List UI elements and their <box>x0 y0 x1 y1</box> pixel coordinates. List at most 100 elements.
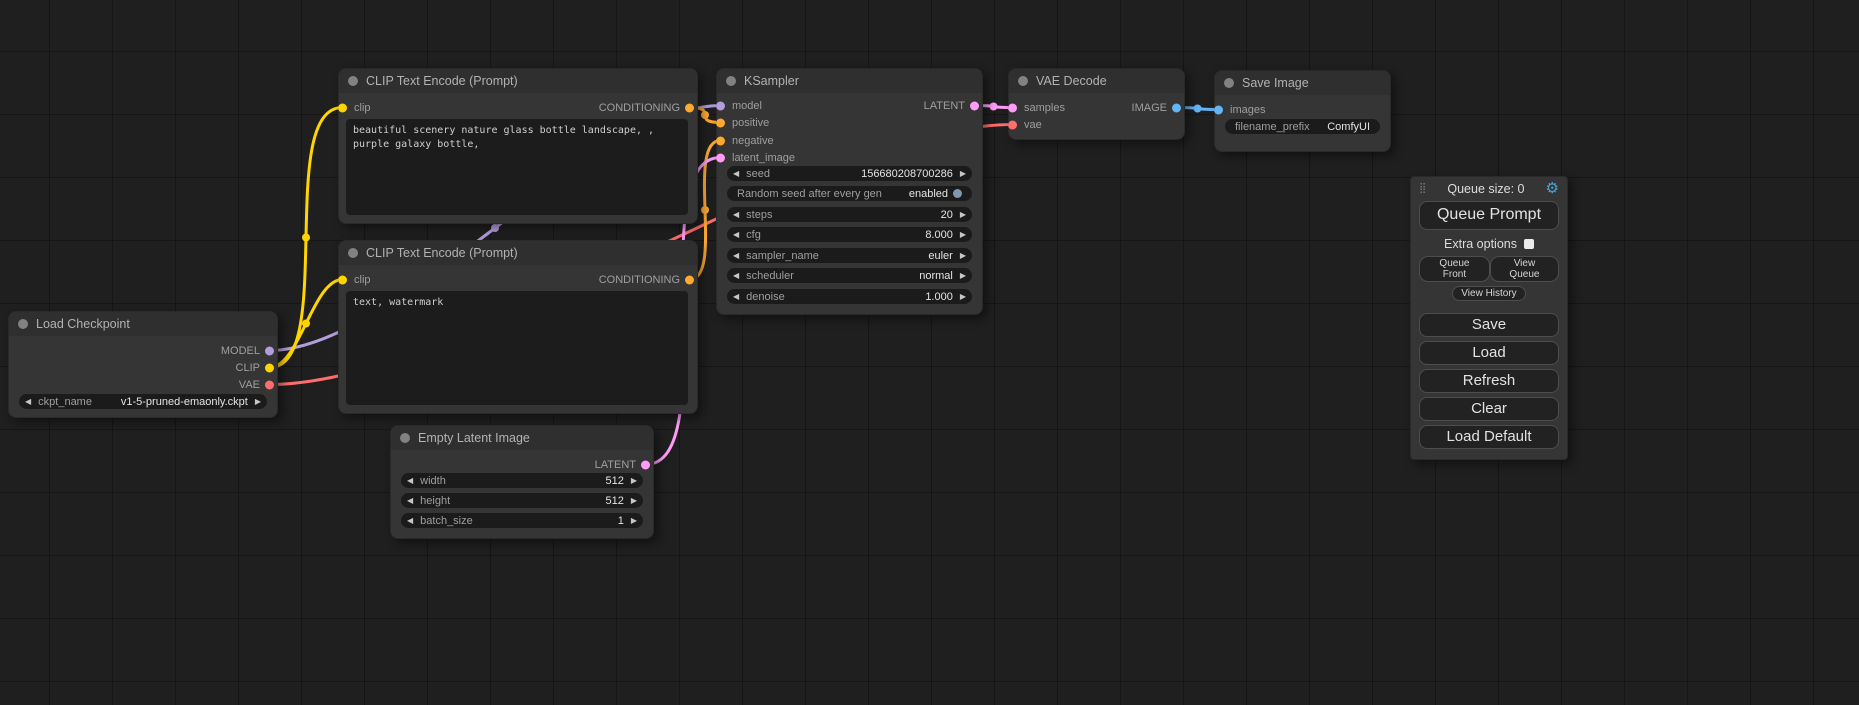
input-slot-positive: positive <box>717 114 982 131</box>
view-queue-button[interactable]: View Queue <box>1490 256 1559 282</box>
next-arrow-icon[interactable]: ▶ <box>255 398 261 406</box>
node-title-bar[interactable]: Save Image <box>1215 71 1390 95</box>
output-port-conditioning[interactable] <box>685 103 694 112</box>
collapse-dot[interactable] <box>348 76 358 86</box>
widget-filename-prefix[interactable]: filename_prefix ComfyUI <box>1225 119 1380 134</box>
prev-arrow-icon[interactable]: ◀ <box>733 170 739 178</box>
widget-label: width <box>420 475 446 487</box>
next-arrow-icon[interactable]: ▶ <box>960 252 966 260</box>
widget-value: enabled <box>882 188 948 200</box>
prompt-textarea[interactable]: beautiful scenery nature glass bottle la… <box>346 119 688 215</box>
load-button[interactable]: Load <box>1419 341 1559 365</box>
node-title-bar[interactable]: CLIP Text Encode (Prompt) <box>339 241 697 265</box>
view-history-button[interactable]: View History <box>1452 286 1525 301</box>
node-ksampler[interactable]: KSampler model LATENT positive negative … <box>716 68 983 315</box>
prev-arrow-icon[interactable]: ◀ <box>733 231 739 239</box>
prev-arrow-icon[interactable]: ◀ <box>733 252 739 260</box>
collapse-dot[interactable] <box>400 433 410 443</box>
slot-label-clip: CLIP <box>236 362 260 374</box>
widget-ckpt-name[interactable]: ◀ ckpt_name v1-5-pruned-emaonly.ckpt ▶ <box>19 394 267 409</box>
widget-seed[interactable]: ◀ seed 156680208700286 ▶ <box>727 166 972 181</box>
prev-arrow-icon[interactable]: ◀ <box>407 477 413 485</box>
node-title-bar[interactable]: Empty Latent Image <box>391 426 653 450</box>
slot-label-image: IMAGE <box>1132 102 1167 114</box>
prev-arrow-icon[interactable]: ◀ <box>25 398 31 406</box>
input-port-negative[interactable] <box>716 136 725 145</box>
collapse-dot[interactable] <box>18 319 28 329</box>
prev-arrow-icon[interactable]: ◀ <box>407 497 413 505</box>
slot-label-model: model <box>732 100 762 112</box>
input-port-clip[interactable] <box>338 103 347 112</box>
widget-value: 8.000 <box>761 229 953 241</box>
input-port-images[interactable] <box>1214 105 1223 114</box>
node-title: KSampler <box>744 74 799 88</box>
widget-random-seed-toggle[interactable]: Random seed after every gen enabled <box>727 186 972 201</box>
output-port-conditioning[interactable] <box>685 275 694 284</box>
node-clip-text-encode-negative[interactable]: CLIP Text Encode (Prompt) clip CONDITION… <box>338 240 698 414</box>
widget-sampler-name[interactable]: ◀ sampler_name euler ▶ <box>727 248 972 263</box>
prev-arrow-icon[interactable]: ◀ <box>733 293 739 301</box>
output-port-latent[interactable] <box>641 460 650 469</box>
widget-batch-size[interactable]: ◀ batch_size 1 ▶ <box>401 513 643 528</box>
refresh-button[interactable]: Refresh <box>1419 369 1559 393</box>
node-title: CLIP Text Encode (Prompt) <box>366 74 518 88</box>
output-port-clip[interactable] <box>265 363 274 372</box>
next-arrow-icon[interactable]: ▶ <box>960 231 966 239</box>
input-port-positive[interactable] <box>716 118 725 127</box>
next-arrow-icon[interactable]: ▶ <box>960 272 966 280</box>
queue-prompt-button[interactable]: Queue Prompt <box>1419 201 1559 230</box>
settings-gear-icon[interactable]: ⚙ <box>1546 181 1559 196</box>
input-port-latent-image[interactable] <box>716 153 725 162</box>
widget-scheduler[interactable]: ◀ scheduler normal ▶ <box>727 268 972 283</box>
queue-panel-header: ⣿ Queue size: 0 ⚙ <box>1419 181 1559 196</box>
output-port-image[interactable] <box>1172 103 1181 112</box>
widget-height[interactable]: ◀ height 512 ▶ <box>401 493 643 508</box>
node-title-bar[interactable]: KSampler <box>717 69 982 93</box>
next-arrow-icon[interactable]: ▶ <box>960 293 966 301</box>
widget-label: steps <box>746 209 772 221</box>
input-port-vae[interactable] <box>1008 120 1017 129</box>
load-default-button[interactable]: Load Default <box>1419 425 1559 449</box>
collapse-dot[interactable] <box>726 76 736 86</box>
toggle-indicator[interactable] <box>953 189 962 198</box>
widget-denoise[interactable]: ◀ denoise 1.000 ▶ <box>727 289 972 304</box>
input-slot-negative: negative <box>717 132 982 149</box>
prev-arrow-icon[interactable]: ◀ <box>407 517 413 525</box>
collapse-dot[interactable] <box>1018 76 1028 86</box>
input-port-samples[interactable] <box>1008 103 1017 112</box>
widget-width[interactable]: ◀ width 512 ▶ <box>401 473 643 488</box>
node-canvas[interactable]: Load Checkpoint MODEL CLIP VAE ◀ ckpt_na… <box>0 0 1859 705</box>
save-button[interactable]: Save <box>1419 313 1559 337</box>
input-port-clip[interactable] <box>338 275 347 284</box>
next-arrow-icon[interactable]: ▶ <box>631 497 637 505</box>
node-empty-latent-image[interactable]: Empty Latent Image LATENT ◀ width 512 ▶ … <box>390 425 654 539</box>
output-port-vae[interactable] <box>265 380 274 389</box>
node-title-bar[interactable]: VAE Decode <box>1009 69 1184 93</box>
prompt-textarea[interactable]: text, watermark <box>346 291 688 405</box>
prev-arrow-icon[interactable]: ◀ <box>733 272 739 280</box>
next-arrow-icon[interactable]: ▶ <box>960 211 966 219</box>
node-vae-decode[interactable]: VAE Decode samples IMAGE vae <box>1008 68 1185 140</box>
node-load-checkpoint[interactable]: Load Checkpoint MODEL CLIP VAE ◀ ckpt_na… <box>8 311 278 418</box>
output-port-latent[interactable] <box>970 101 979 110</box>
input-port-model[interactable] <box>716 101 725 110</box>
input-slot-images: images <box>1215 101 1390 118</box>
node-title-bar[interactable]: Load Checkpoint <box>9 312 277 336</box>
next-arrow-icon[interactable]: ▶ <box>631 517 637 525</box>
node-save-image[interactable]: Save Image images filename_prefix ComfyU… <box>1214 70 1391 152</box>
clear-button[interactable]: Clear <box>1419 397 1559 421</box>
widget-steps[interactable]: ◀ steps 20 ▶ <box>727 207 972 222</box>
node-clip-text-encode-positive[interactable]: CLIP Text Encode (Prompt) clip CONDITION… <box>338 68 698 224</box>
prev-arrow-icon[interactable]: ◀ <box>733 211 739 219</box>
queue-front-button[interactable]: Queue Front <box>1419 256 1490 282</box>
next-arrow-icon[interactable]: ▶ <box>960 170 966 178</box>
output-port-model[interactable] <box>265 346 274 355</box>
collapse-dot[interactable] <box>1224 78 1234 88</box>
next-arrow-icon[interactable]: ▶ <box>631 477 637 485</box>
widget-cfg[interactable]: ◀ cfg 8.000 ▶ <box>727 227 972 242</box>
drag-handle-icon[interactable]: ⣿ <box>1419 183 1426 194</box>
collapse-dot[interactable] <box>348 248 358 258</box>
history-row: View History <box>1419 286 1559 301</box>
extra-options-checkbox[interactable] <box>1524 239 1534 249</box>
node-title-bar[interactable]: CLIP Text Encode (Prompt) <box>339 69 697 93</box>
